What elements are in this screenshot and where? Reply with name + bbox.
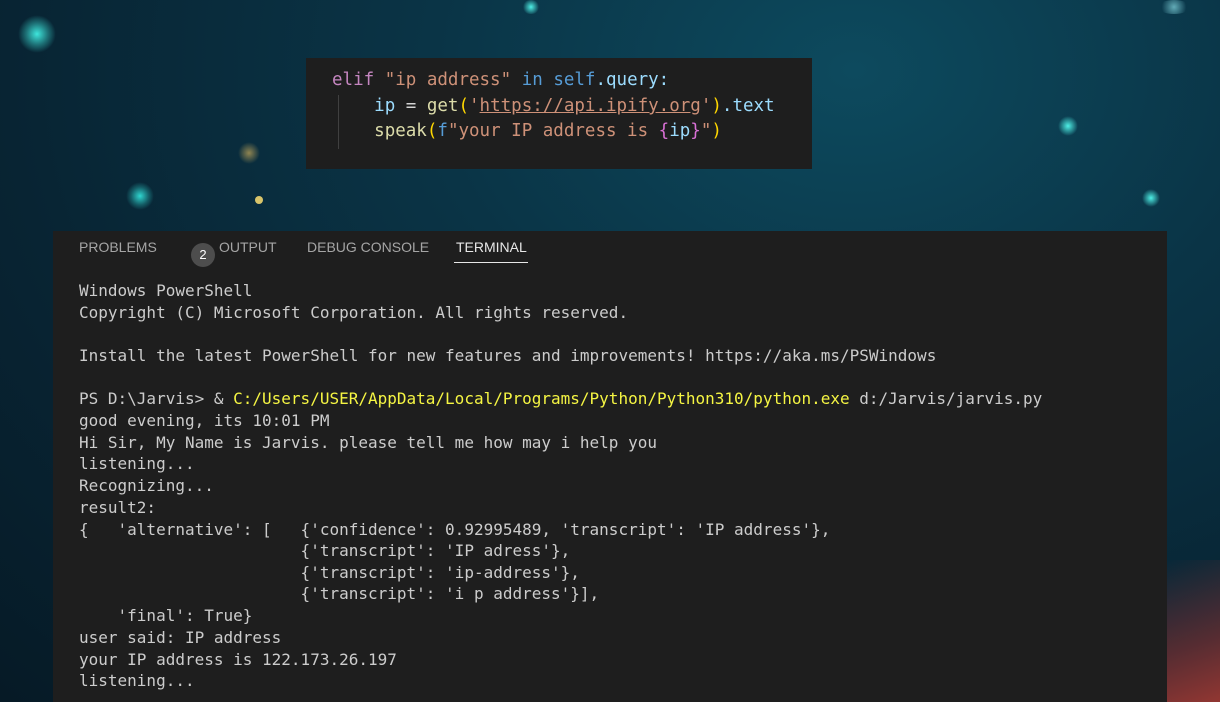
tab-output[interactable]: OUTPUT (219, 239, 277, 255)
terminal-line: {'transcript': 'i p address'}], (79, 584, 600, 603)
panel-tabs: PROBLEMS 2 OUTPUT DEBUG CONSOLE TERMINAL (53, 231, 1167, 267)
terminal-line: 'final': True} (79, 606, 253, 625)
function-speak: speak (374, 121, 427, 141)
code-snippet: elif "ip address" in self.query: ip = ge… (306, 58, 812, 169)
prompt-text: PS D:\Jarvis> & (79, 389, 234, 408)
code-line-1: elif "ip address" in self.query: (332, 70, 669, 90)
keyword-in: in (521, 70, 543, 90)
attribute-text: .text (721, 96, 775, 116)
code-line-3: speak(f"your IP address is {ip}") (332, 121, 722, 141)
terminal-line: user said: IP address (79, 628, 282, 647)
bg-dot (126, 182, 154, 210)
tab-label: OUTPUT (219, 239, 277, 255)
bg-dot (1142, 189, 1160, 207)
keyword-elif: elif (332, 70, 375, 90)
terminal-line: {'transcript': 'ip-address'}, (79, 563, 580, 582)
terminal-panel[interactable]: PROBLEMS 2 OUTPUT DEBUG CONSOLE TERMINAL… (53, 231, 1167, 702)
tab-debug-console[interactable]: DEBUG CONSOLE (307, 239, 429, 255)
terminal-line: Recognizing... (79, 476, 214, 495)
terminal-line: { 'alternative': [ {'confidence': 0.9299… (79, 520, 831, 539)
variable-ip: ip (669, 121, 691, 141)
fstring-prefix: f (437, 121, 448, 141)
attribute-query: .query: (595, 70, 670, 90)
terminal-line: Hi Sir, My Name is Jarvis. please tell m… (79, 433, 657, 452)
bg-dot (1167, 560, 1220, 702)
tab-label: DEBUG CONSOLE (307, 239, 430, 255)
quote: ' (700, 96, 712, 116)
string-literal: " (700, 121, 712, 141)
string-literal: "your IP address is (447, 121, 659, 141)
paren: ) (711, 96, 722, 116)
terminal-line: listening... (79, 671, 195, 690)
string-literal: "ip address" (384, 70, 512, 90)
terminal-line: Windows PowerShell (79, 281, 253, 300)
terminal-line: Install the latest PowerShell for new fe… (79, 346, 937, 365)
keyword-self: self (553, 70, 596, 90)
paren: ( (426, 121, 438, 141)
active-tab-indicator (454, 262, 528, 263)
python-exe-path: C:/Users/USER/AppData/Local/Programs/Pyt… (233, 389, 850, 408)
brace: { (658, 121, 670, 141)
variable-ip: ip (374, 96, 396, 116)
bg-dot (522, 0, 540, 14)
script-path: d:/Jarvis/jarvis.py (849, 389, 1043, 408)
code-line-2: ip = get('https://api.ipify.org').text (332, 96, 775, 116)
function-get: get (426, 96, 459, 116)
bg-dot (1158, 0, 1190, 14)
tab-label: PROBLEMS (79, 239, 157, 255)
bg-dot (18, 15, 56, 53)
bg-dot (1058, 116, 1078, 136)
problems-count-badge: 2 (191, 243, 215, 267)
paren: ) (711, 121, 722, 141)
terminal-line: result2: (79, 498, 157, 517)
terminal-line: listening... (79, 454, 195, 473)
terminal-line: {'transcript': 'IP adress'}, (79, 541, 571, 560)
bg-dot (255, 196, 263, 204)
terminal-line: your IP address is 122.173.26.197 (79, 650, 397, 669)
quote: ' (469, 96, 480, 116)
tab-terminal[interactable]: TERMINAL (456, 239, 527, 255)
terminal-line: good evening, its 10:01 PM (79, 411, 330, 430)
brace: } (690, 121, 701, 141)
operator: = (395, 96, 427, 116)
bg-dot (238, 142, 260, 164)
tab-problems[interactable]: PROBLEMS 2 (79, 239, 215, 267)
terminal-prompt-line: PS D:\Jarvis> & C:/Users/USER/AppData/Lo… (79, 389, 1042, 409)
paren: ( (458, 96, 469, 116)
tab-label: TERMINAL (456, 239, 527, 255)
terminal-line: Copyright (C) Microsoft Corporation. All… (79, 303, 629, 322)
url-link[interactable]: https://api.ipify.org (480, 96, 701, 116)
